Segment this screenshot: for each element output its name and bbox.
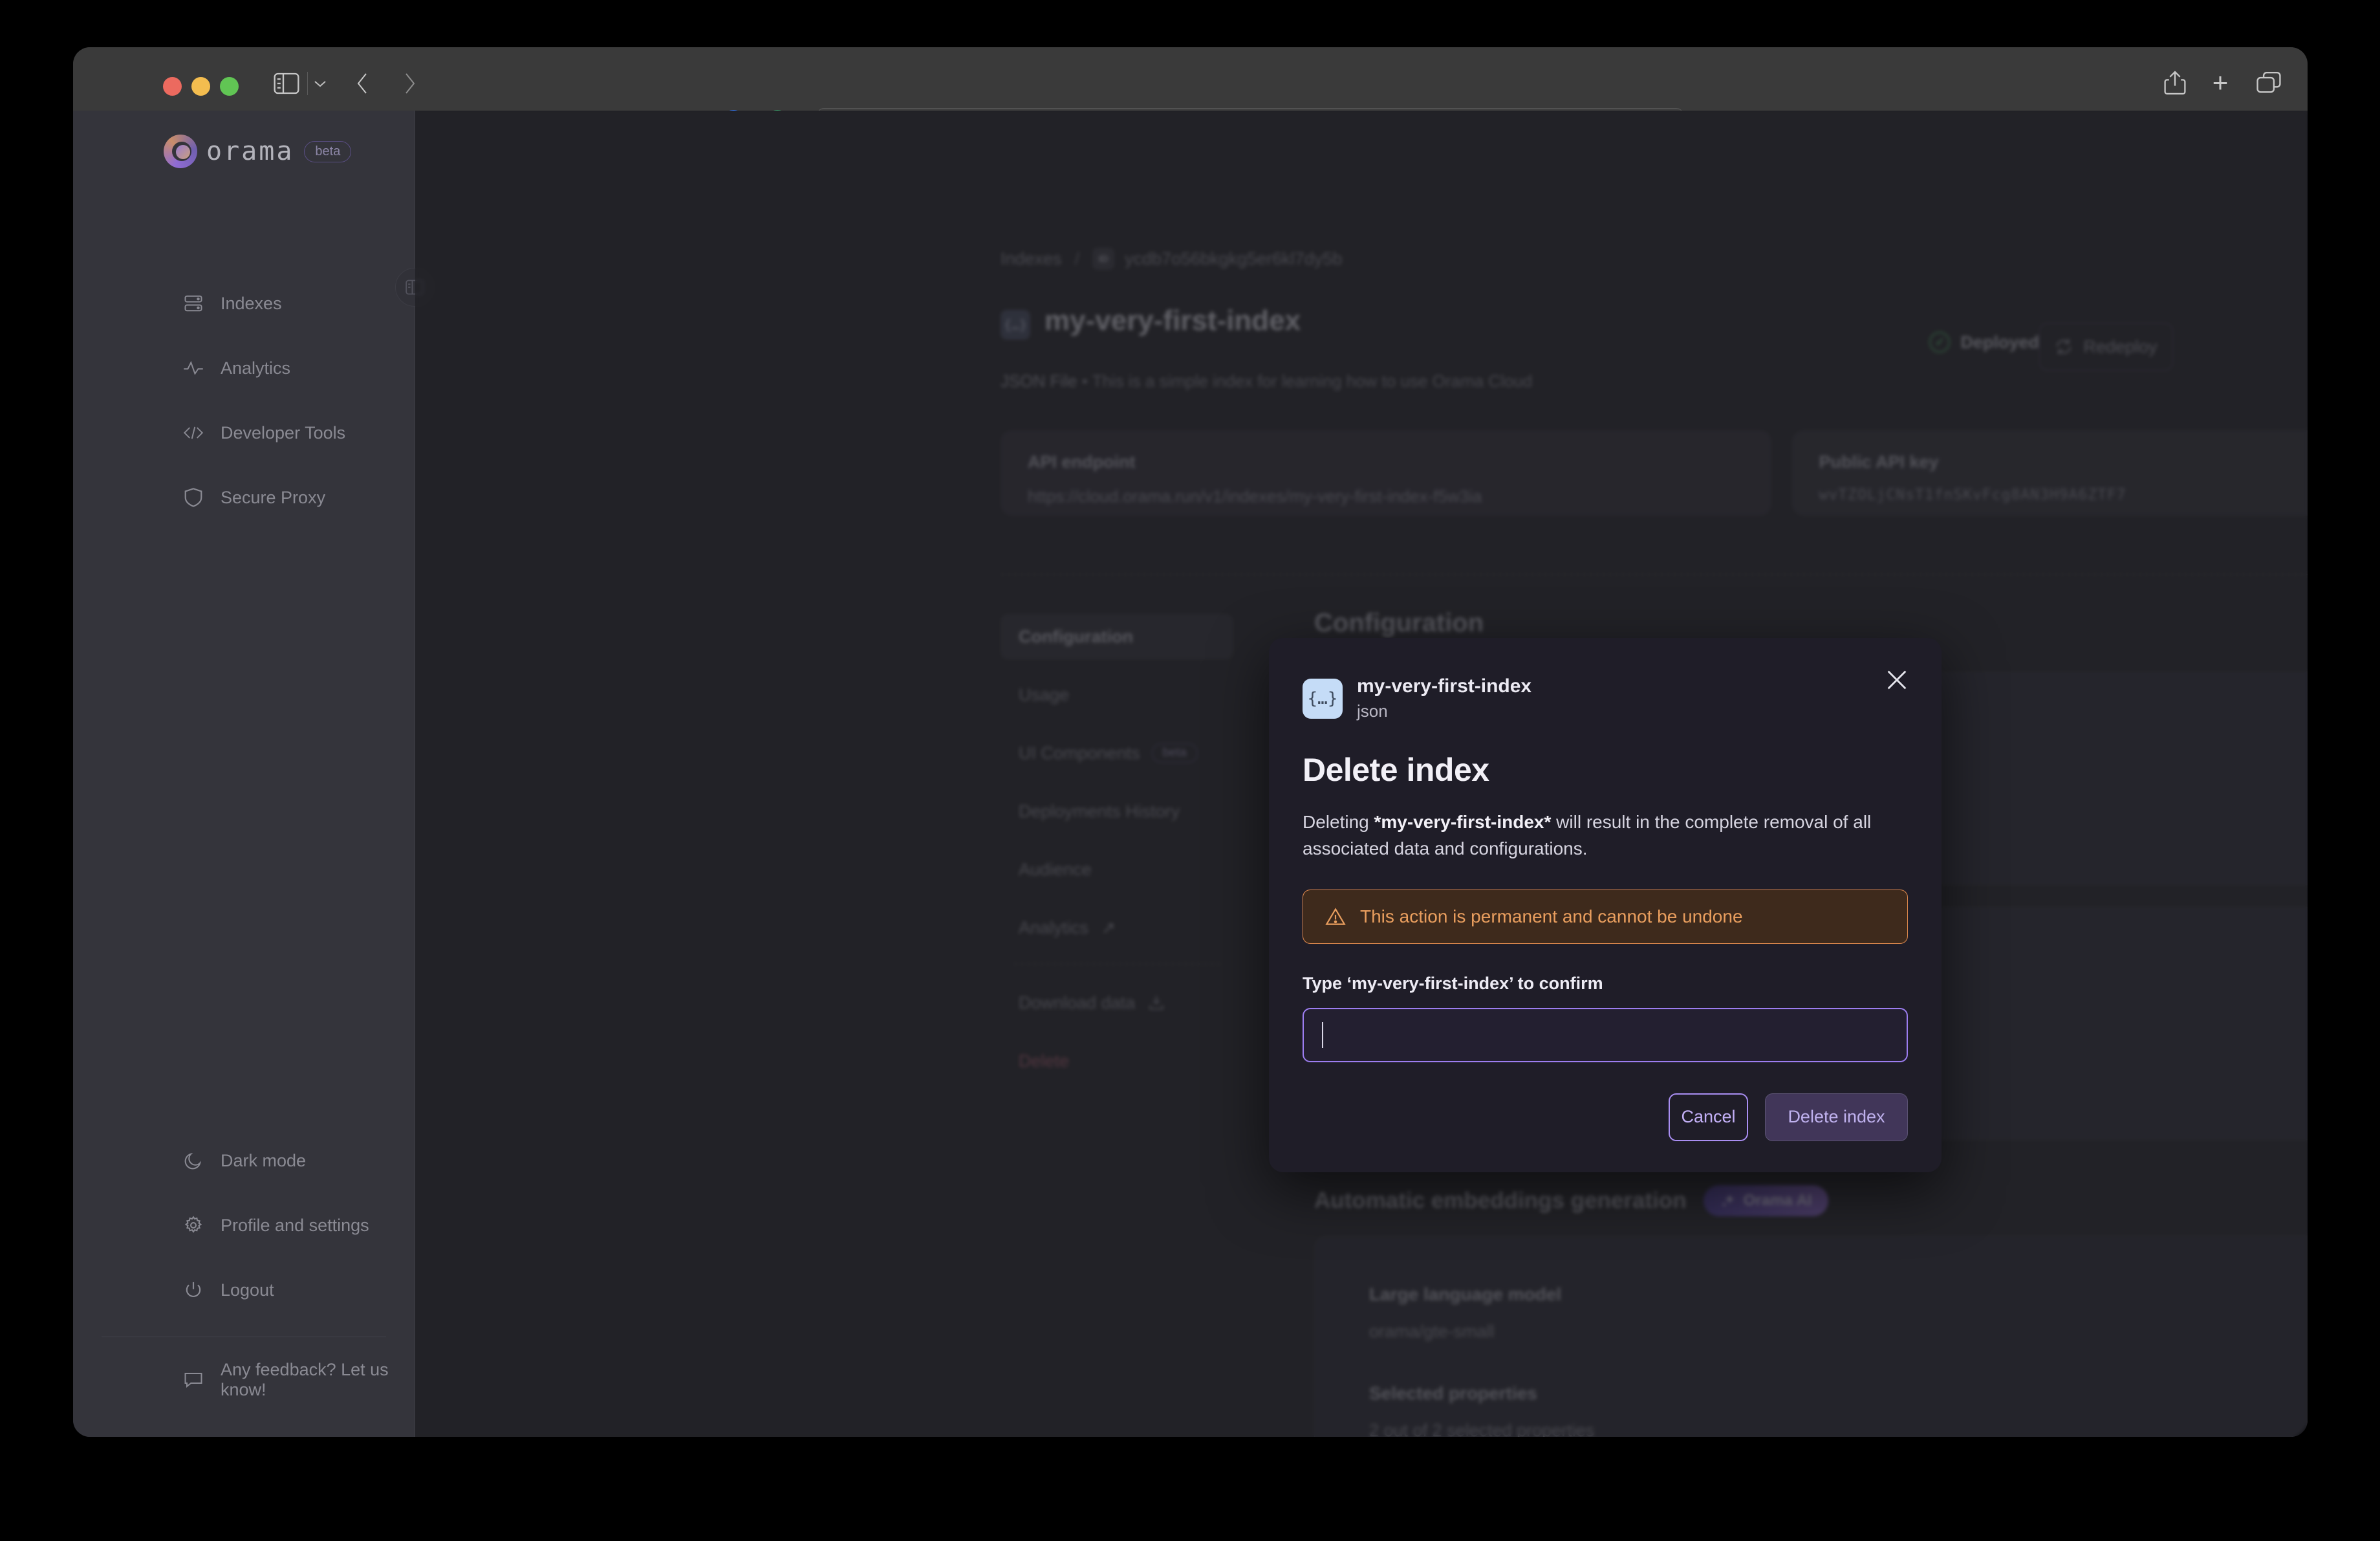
sidebar-item-label: Indexes [221,293,282,313]
tab-overview-icon[interactable] [2256,71,2282,95]
warning-text: This action is permanent and cannot be u… [1360,906,1743,926]
moon-icon [183,1150,204,1171]
chat-bubble-icon [183,1370,204,1390]
browser-toolbar: G cloud.orama.com A 文 ↻ [73,47,2308,140]
modal-desc-before: Deleting [1303,812,1374,832]
database-icon [183,293,204,314]
sidebar-bottom-nav: Dark mode Profile and settings Logout An… [73,1142,415,1399]
page-viewport: orama beta Indexes Analytics Developer T… [73,111,2308,1437]
app-sidebar: orama beta Indexes Analytics Developer T… [73,111,434,1437]
browser-window: G cloud.orama.com A 文 ↻ [73,47,2308,1437]
delete-index-label: Delete index [1788,1107,1885,1127]
json-braces-icon: {…} [1303,678,1343,719]
sidebar-toggle-icon[interactable] [272,71,301,96]
forward-arrow-icon[interactable] [396,71,422,96]
modal-description: Deleting *my-very-first-index* will resu… [1303,809,1908,862]
sidebar-item-developer-tools[interactable]: Developer Tools [73,415,415,451]
shield-icon [183,487,204,508]
confirm-input-label: Type ‘my-very-first-index’ to confirm [1303,973,1603,993]
chevron-down-icon[interactable] [312,76,328,91]
sidebar-item-label: Developer Tools [221,422,346,443]
share-icon[interactable] [2163,69,2187,96]
window-maximize-button[interactable] [220,77,239,96]
orama-logo-icon [164,135,197,168]
brand-logo[interactable]: orama beta [73,111,415,169]
cancel-label: Cancel [1681,1107,1736,1127]
sidebar-item-indexes[interactable]: Indexes [73,285,415,322]
sidebar-item-dark-mode[interactable]: Dark mode [73,1142,415,1179]
sidebar-item-feedback[interactable]: Any feedback? Let us know! [73,1360,415,1399]
window-minimize-button[interactable] [191,77,210,96]
gear-icon [183,1215,204,1236]
sidebar-item-label: Dark mode [221,1150,307,1170]
pulse-icon [183,358,204,378]
sidebar-nav: Indexes Analytics Developer Tools Secure… [73,285,415,516]
sidebar-item-label: Profile and settings [221,1215,369,1235]
text-caret [1322,1022,1323,1048]
cancel-button[interactable]: Cancel [1669,1093,1748,1141]
sidebar-item-analytics[interactable]: Analytics [73,350,415,386]
sidebar-item-secure-proxy[interactable]: Secure Proxy [73,479,415,516]
modal-title: Delete index [1303,752,1489,788]
main-content: Indexes / ID ycdb7o56bkgkg5er6kl7dy5b {…… [415,111,2308,1437]
window-close-button[interactable] [163,77,182,96]
modal-file-row: {…} my-very-first-index json [1303,675,1908,721]
sidebar-item-label: Secure Proxy [221,487,326,507]
delete-index-button[interactable]: Delete index [1765,1093,1908,1141]
power-icon [183,1280,204,1300]
confirm-input[interactable] [1303,1007,1908,1062]
sidebar-item-label: Analytics [221,358,291,378]
sidebar-item-profile-settings[interactable]: Profile and settings [73,1207,415,1243]
back-arrow-icon[interactable] [350,71,376,96]
brand-beta-badge: beta [304,140,352,162]
plus-icon[interactable]: + [2208,69,2233,96]
sidebar-item-label: Logout [221,1280,274,1300]
toolbar-divider [307,72,308,95]
modal-buttons: Cancel Delete index [1303,1093,1908,1141]
close-icon[interactable] [1882,665,1912,695]
modal-file-type: json [1357,701,1388,721]
code-icon [183,422,204,443]
modal-desc-bold: *my-very-first-index* [1374,812,1552,832]
brand-name: orama [206,137,294,166]
warning-triangle-icon [1325,907,1346,926]
sidebar-item-label: Any feedback? Let us know! [221,1360,389,1399]
modal-file-name: my-very-first-index [1357,675,1532,697]
sidebar-item-logout[interactable]: Logout [73,1272,415,1308]
delete-index-dialog: {…} my-very-first-index json Delete inde… [1269,638,1942,1172]
warning-banner: This action is permanent and cannot be u… [1303,889,1908,944]
desktop-backdrop: G cloud.orama.com A 文 ↻ [0,0,2380,1541]
